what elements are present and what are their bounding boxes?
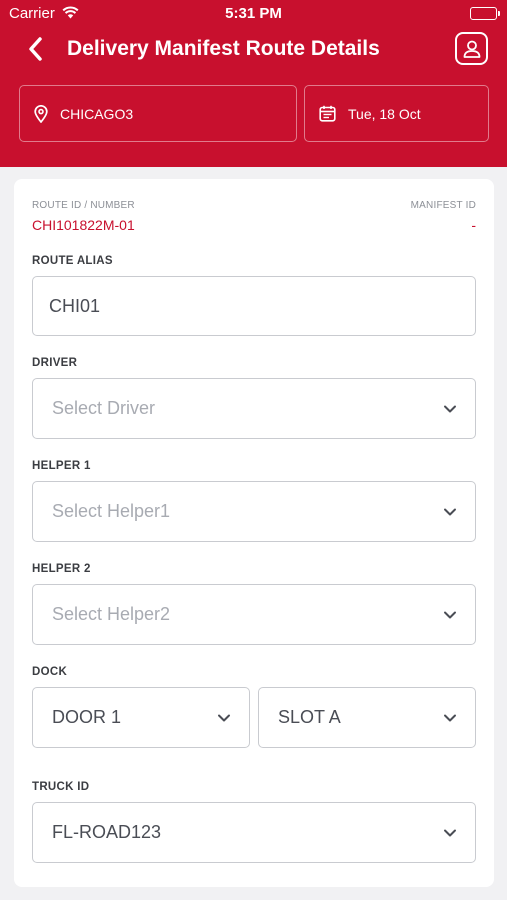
- route-alias-input[interactable]: CHI01: [32, 276, 476, 336]
- battery-icon: [470, 7, 500, 20]
- location-pin-icon: [34, 104, 48, 123]
- user-profile-icon: [463, 40, 480, 58]
- helper2-placeholder: Select Helper2: [52, 604, 171, 624]
- location-value: CHICAGO3: [60, 105, 134, 122]
- dock-slot-value: SLOT A: [278, 707, 341, 727]
- truck-id-select[interactable]: FL-ROAD123: [32, 802, 476, 863]
- route-alias-value: CHI01: [49, 295, 101, 316]
- chevron-down-icon: [444, 714, 456, 721]
- dock-slot-select[interactable]: SLOT A: [258, 687, 476, 748]
- helper1-placeholder: Select Helper1: [52, 501, 171, 521]
- dock-door-select[interactable]: DOOR 1: [32, 687, 250, 748]
- route-alias-label: ROUTE ALIAS: [32, 255, 113, 267]
- manifest-id-label: MANIFEST ID: [410, 200, 476, 211]
- chevron-down-icon: [444, 611, 456, 618]
- status-bar: Carrier 5:31 PM: [0, 0, 507, 28]
- chevron-down-icon: [444, 829, 456, 836]
- date-value: Tue, 18 Oct: [348, 105, 421, 122]
- helper2-label: HELPER 2: [32, 563, 91, 575]
- page-title: Delivery Manifest Route Details: [67, 37, 380, 60]
- driver-placeholder: Select Driver: [52, 398, 156, 418]
- route-details-card: ROUTE ID / NUMBER CHI101822M-01 MANIFEST…: [14, 179, 494, 887]
- dock-label: DOCK: [32, 666, 68, 678]
- driver-label: DRIVER: [32, 357, 78, 369]
- calendar-icon: [319, 105, 336, 122]
- helper1-select[interactable]: Select Helper1: [32, 481, 476, 542]
- profile-button[interactable]: [455, 32, 488, 65]
- status-time: 5:31 PM: [225, 5, 282, 22]
- helper2-select[interactable]: Select Helper2: [32, 584, 476, 645]
- chevron-down-icon: [218, 714, 230, 721]
- route-id-label: ROUTE ID / NUMBER: [32, 200, 135, 211]
- truck-id-value: FL-ROAD123: [52, 822, 162, 842]
- driver-select[interactable]: Select Driver: [32, 378, 476, 439]
- dock-door-value: DOOR 1: [52, 707, 122, 727]
- chevron-down-icon: [444, 508, 456, 515]
- chevron-down-icon: [444, 405, 456, 412]
- app-header: Carrier 5:31 PM Delivery Manifest Route …: [0, 0, 507, 167]
- manifest-id-value: -: [471, 217, 476, 233]
- date-selector[interactable]: Tue, 18 Oct: [304, 85, 489, 142]
- back-chevron-icon: [29, 37, 42, 61]
- helper1-label: HELPER 1: [32, 460, 91, 472]
- truck-id-label: TRUCK ID: [32, 781, 90, 793]
- location-selector[interactable]: CHICAGO3: [19, 85, 297, 142]
- route-id-value: CHI101822M-01: [32, 217, 135, 233]
- back-button[interactable]: [26, 36, 50, 64]
